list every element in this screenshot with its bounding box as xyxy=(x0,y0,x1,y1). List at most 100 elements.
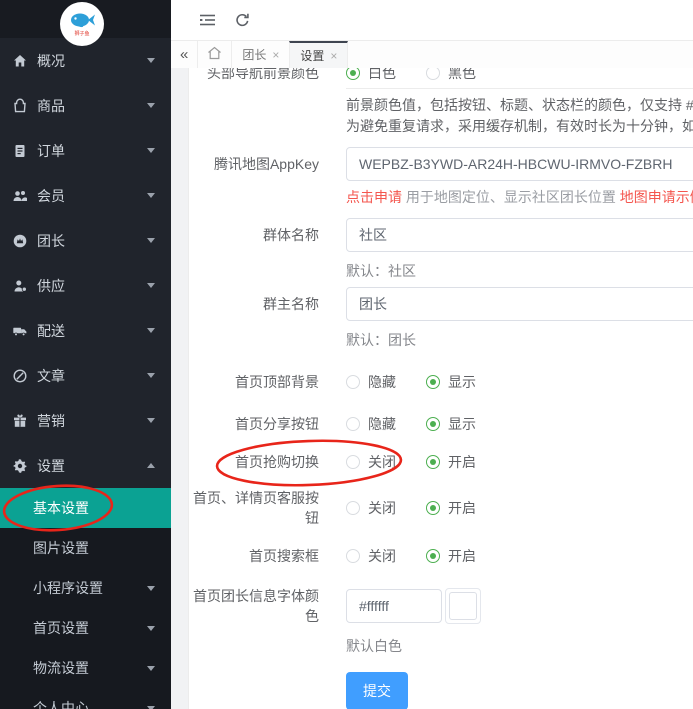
radio-circle-icon xyxy=(426,501,440,515)
divider xyxy=(346,88,693,89)
sidebar-item-products[interactable]: 商品 xyxy=(0,83,171,128)
sidebar-item-homepage-settings[interactable]: 首页设置 xyxy=(0,608,171,648)
sidebar-item-image-settings[interactable]: 图片设置 xyxy=(0,528,171,568)
home-icon xyxy=(12,53,28,69)
users-icon xyxy=(12,188,28,204)
settings-submenu: 基本设置 图片设置 小程序设置 首页设置 物流设置 xyxy=(0,488,171,709)
chevron-down-icon xyxy=(147,418,155,423)
map-desc: 用于地图定位、显示社区团长位置 xyxy=(406,189,616,205)
sidebar-item-personal-center[interactable]: 个人中心 xyxy=(0,688,171,709)
radio-circle-icon xyxy=(426,417,440,431)
sub-item-label: 首页设置 xyxy=(33,618,147,638)
sidebar-item-articles[interactable]: 文章 xyxy=(0,353,171,398)
radio-circle-icon xyxy=(426,549,440,563)
sidebar-item-delivery[interactable]: 配送 xyxy=(0,308,171,353)
radio-circle-icon xyxy=(346,68,360,80)
radio-off[interactable]: 关闭 xyxy=(346,452,396,472)
close-icon[interactable]: × xyxy=(330,49,337,63)
main-content: « 团长 × 设置 × 头部导航前景颜色 xyxy=(171,0,693,709)
home-tab-button[interactable] xyxy=(198,41,232,68)
field-label: 群体名称 xyxy=(189,225,319,245)
tab-settings[interactable]: 设置 × xyxy=(289,41,348,68)
submit-button[interactable]: 提交 xyxy=(346,672,408,709)
sidebar-item-miniprogram-settings[interactable]: 小程序设置 xyxy=(0,568,171,608)
chevron-down-icon xyxy=(147,586,155,591)
color-swatch-preview xyxy=(449,592,477,620)
map-appkey-input[interactable] xyxy=(346,147,693,181)
close-icon[interactable]: × xyxy=(272,48,279,62)
form-row-group-name: 群体名称 xyxy=(189,218,693,252)
font-color-input[interactable] xyxy=(346,589,442,623)
sidebar-item-leaders[interactable]: 团长 xyxy=(0,218,171,263)
radio-on[interactable]: 开启 xyxy=(426,546,476,566)
radio-circle-icon xyxy=(426,375,440,389)
radio-circle-icon xyxy=(346,501,360,515)
form-row-leader-font-color: 首页团长信息字体颜色 xyxy=(189,586,693,626)
sidebar-item-basic-settings[interactable]: 基本设置 xyxy=(0,488,171,528)
color-picker-swatch[interactable] xyxy=(445,588,481,624)
radio-circle-icon xyxy=(346,549,360,563)
settings-form-panel: 头部导航前景颜色 白色 黑色 xyxy=(188,68,693,709)
sidebar-item-members[interactable]: 会员 xyxy=(0,173,171,218)
radio-show[interactable]: 显示 xyxy=(426,414,476,434)
tabbar: « 团长 × 设置 × xyxy=(171,41,693,69)
chevron-down-icon xyxy=(147,666,155,671)
admin-app: 狮子鱼 概况 商品 订单 xyxy=(0,0,693,709)
sidebar-item-label: 营销 xyxy=(37,411,147,431)
topbar xyxy=(171,0,693,41)
refresh-icon[interactable] xyxy=(234,12,251,29)
help-line: 为避免重复请求，采用缓存机制，有效时长为十分钟，如需马上生效可重新 xyxy=(346,116,693,137)
radio-white[interactable]: 白色 xyxy=(346,68,396,83)
form-row-home-top-bg: 首页顶部背景 隐藏 显示 xyxy=(189,372,693,392)
main-menu: 概况 商品 订单 会员 xyxy=(0,38,171,709)
sub-item-label: 个人中心 xyxy=(33,698,147,709)
field-label: 头部导航前景颜色 xyxy=(189,68,319,83)
collapse-tabs-button[interactable]: « xyxy=(171,41,198,68)
radio-off[interactable]: 关闭 xyxy=(346,498,396,518)
sidebar-item-label: 供应 xyxy=(37,276,147,296)
sub-item-label: 图片设置 xyxy=(33,538,159,558)
sidebar-item-logistics-settings[interactable]: 物流设置 xyxy=(0,648,171,688)
sidebar-item-label: 会员 xyxy=(37,186,147,206)
tab-label: 团长 xyxy=(242,46,266,63)
home-outline-icon xyxy=(207,46,222,63)
radio-show[interactable]: 显示 xyxy=(426,372,476,392)
sidebar-item-orders[interactable]: 订单 xyxy=(0,128,171,173)
group-name-input[interactable] xyxy=(346,218,693,252)
radio-off[interactable]: 关闭 xyxy=(346,546,396,566)
sidebar-item-label: 配送 xyxy=(37,321,147,341)
sidebar-item-supply[interactable]: 供应 xyxy=(0,263,171,308)
fold-menu-icon[interactable] xyxy=(199,12,216,28)
sidebar-item-label: 文章 xyxy=(37,366,147,386)
owner-name-input[interactable] xyxy=(346,287,693,321)
file-icon xyxy=(12,143,28,159)
form-row-customer-service-btn: 首页、详情页客服按钮 关闭 开启 xyxy=(189,488,693,528)
radio-circle-icon xyxy=(346,417,360,431)
field-label: 群主名称 xyxy=(189,294,319,314)
sidebar-item-label: 团长 xyxy=(37,231,147,251)
gear-icon xyxy=(12,458,28,474)
radio-hide[interactable]: 隐藏 xyxy=(346,414,396,434)
radio-circle-icon xyxy=(426,455,440,469)
map-example-link[interactable]: 地图申请示例 xyxy=(620,189,693,205)
group-name-hint: 默认：社区 xyxy=(346,261,693,281)
radio-on[interactable]: 开启 xyxy=(426,498,476,518)
radio-circle-icon xyxy=(426,68,440,80)
radio-on[interactable]: 开启 xyxy=(426,452,476,472)
tab-leaders[interactable]: 团长 × xyxy=(232,41,289,68)
bag-icon xyxy=(12,98,28,114)
field-label: 腾讯地图AppKey xyxy=(189,154,319,174)
page-gutter xyxy=(171,68,188,709)
chevron-down-icon xyxy=(147,706,155,709)
sidebar-item-settings[interactable]: 设置 xyxy=(0,443,171,488)
truck-icon xyxy=(12,323,28,339)
apply-link[interactable]: 点击申请 xyxy=(346,189,402,205)
chevron-down-icon xyxy=(147,103,155,108)
gift-icon xyxy=(12,413,28,429)
radio-black[interactable]: 黑色 xyxy=(426,68,476,83)
field-label: 首页分享按钮 xyxy=(189,414,319,434)
sub-item-label: 基本设置 xyxy=(33,498,159,518)
radio-hide[interactable]: 隐藏 xyxy=(346,372,396,392)
sidebar-item-marketing[interactable]: 营销 xyxy=(0,398,171,443)
tab-label: 设置 xyxy=(300,47,324,64)
